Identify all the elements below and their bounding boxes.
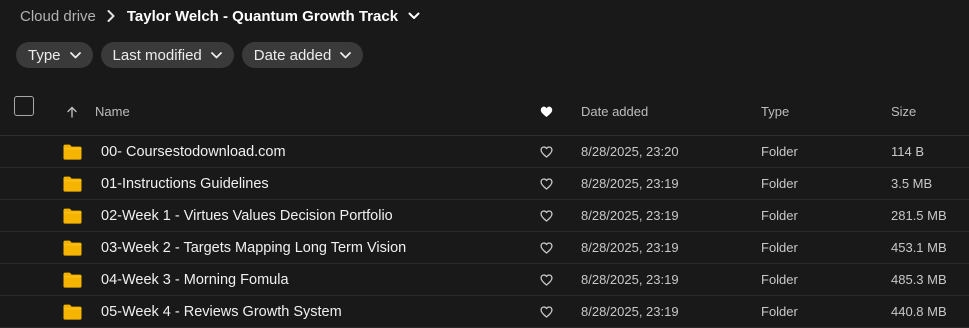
row-date-added: 8/28/2025, 23:20 xyxy=(581,144,679,159)
filter-type[interactable]: Type xyxy=(16,42,93,68)
row-name[interactable]: 01-Instructions Guidelines xyxy=(101,168,269,199)
filter-date-added-label: Date added xyxy=(253,46,332,64)
folder-icon xyxy=(63,296,82,327)
column-header-name[interactable]: Name xyxy=(95,88,130,135)
table-row[interactable]: 01-Instructions Guidelines 8/28/2025, 23… xyxy=(0,168,969,200)
row-date-added: 8/28/2025, 23:19 xyxy=(581,240,679,255)
folder-icon xyxy=(63,264,82,295)
chevron-down-icon xyxy=(69,51,81,59)
row-name[interactable]: 00- Coursestodownload.com xyxy=(101,136,286,167)
folder-icon xyxy=(63,200,82,231)
filter-bar: Type Last modified Date added xyxy=(16,42,364,68)
filter-date-added[interactable]: Date added xyxy=(241,42,364,68)
row-date-added: 8/28/2025, 23:19 xyxy=(581,176,679,191)
table-row[interactable]: 03-Week 2 - Targets Mapping Long Term Vi… xyxy=(0,232,969,264)
filter-type-label: Type xyxy=(28,46,61,64)
row-type: Folder xyxy=(761,208,798,223)
row-size: 114 B xyxy=(891,144,925,159)
row-date-added: 8/28/2025, 23:19 xyxy=(581,208,679,223)
row-name[interactable]: 02-Week 1 - Virtues Values Decision Port… xyxy=(101,200,393,231)
heart-icon[interactable] xyxy=(540,296,553,327)
heart-icon[interactable] xyxy=(540,136,553,167)
folder-icon xyxy=(63,168,82,199)
heart-icon[interactable] xyxy=(540,88,553,135)
row-type: Folder xyxy=(761,304,798,319)
select-all-checkbox[interactable] xyxy=(14,96,34,116)
filter-last-modified-label: Last modified xyxy=(112,46,202,64)
row-type: Folder xyxy=(761,240,798,255)
row-name[interactable]: 04-Week 3 - Morning Fomula xyxy=(101,264,289,295)
row-size: 485.3 MB xyxy=(891,272,947,287)
row-type: Folder xyxy=(761,272,798,287)
row-size: 281.5 MB xyxy=(891,208,947,223)
row-name[interactable]: 03-Week 2 - Targets Mapping Long Term Vi… xyxy=(101,232,406,263)
row-type: Folder xyxy=(761,144,798,159)
heart-icon[interactable] xyxy=(540,264,553,295)
arrow-up-icon[interactable] xyxy=(66,88,78,135)
chevron-down-icon xyxy=(340,51,352,59)
row-name[interactable]: 05-Week 4 - Reviews Growth System xyxy=(101,296,342,327)
row-date-added: 8/28/2025, 23:19 xyxy=(581,272,679,287)
chevron-right-icon xyxy=(107,10,115,22)
chevron-down-icon[interactable] xyxy=(408,12,420,20)
row-size: 3.5 MB xyxy=(891,176,933,191)
chevron-down-icon xyxy=(210,51,222,59)
row-size: 453.1 MB xyxy=(891,240,947,255)
table-row[interactable]: 02-Week 1 - Virtues Values Decision Port… xyxy=(0,200,969,232)
breadcrumb: Cloud drive Taylor Welch - Quantum Growt… xyxy=(20,6,420,26)
table-header: Name Date added Type Size xyxy=(0,88,969,136)
file-list: 00- Coursestodownload.com 8/28/2025, 23:… xyxy=(0,136,969,328)
filter-last-modified[interactable]: Last modified xyxy=(100,42,234,68)
folder-icon xyxy=(63,232,82,263)
table-row[interactable]: 05-Week 4 - Reviews Growth System 8/28/2… xyxy=(0,296,969,328)
folder-icon xyxy=(63,136,82,167)
heart-icon[interactable] xyxy=(540,168,553,199)
table-row[interactable]: 00- Coursestodownload.com 8/28/2025, 23:… xyxy=(0,136,969,168)
row-type: Folder xyxy=(761,176,798,191)
heart-icon[interactable] xyxy=(540,232,553,263)
column-header-type[interactable]: Type xyxy=(761,88,789,135)
table-row[interactable]: 04-Week 3 - Morning Fomula 8/28/2025, 23… xyxy=(0,264,969,296)
row-size: 440.8 MB xyxy=(891,304,947,319)
breadcrumb-current-folder[interactable]: Taylor Welch - Quantum Growth Track xyxy=(127,8,398,25)
breadcrumb-root[interactable]: Cloud drive xyxy=(20,8,96,25)
row-date-added: 8/28/2025, 23:19 xyxy=(581,304,679,319)
column-header-date-added[interactable]: Date added xyxy=(581,88,648,135)
heart-icon[interactable] xyxy=(540,200,553,231)
column-header-size[interactable]: Size xyxy=(891,88,916,135)
